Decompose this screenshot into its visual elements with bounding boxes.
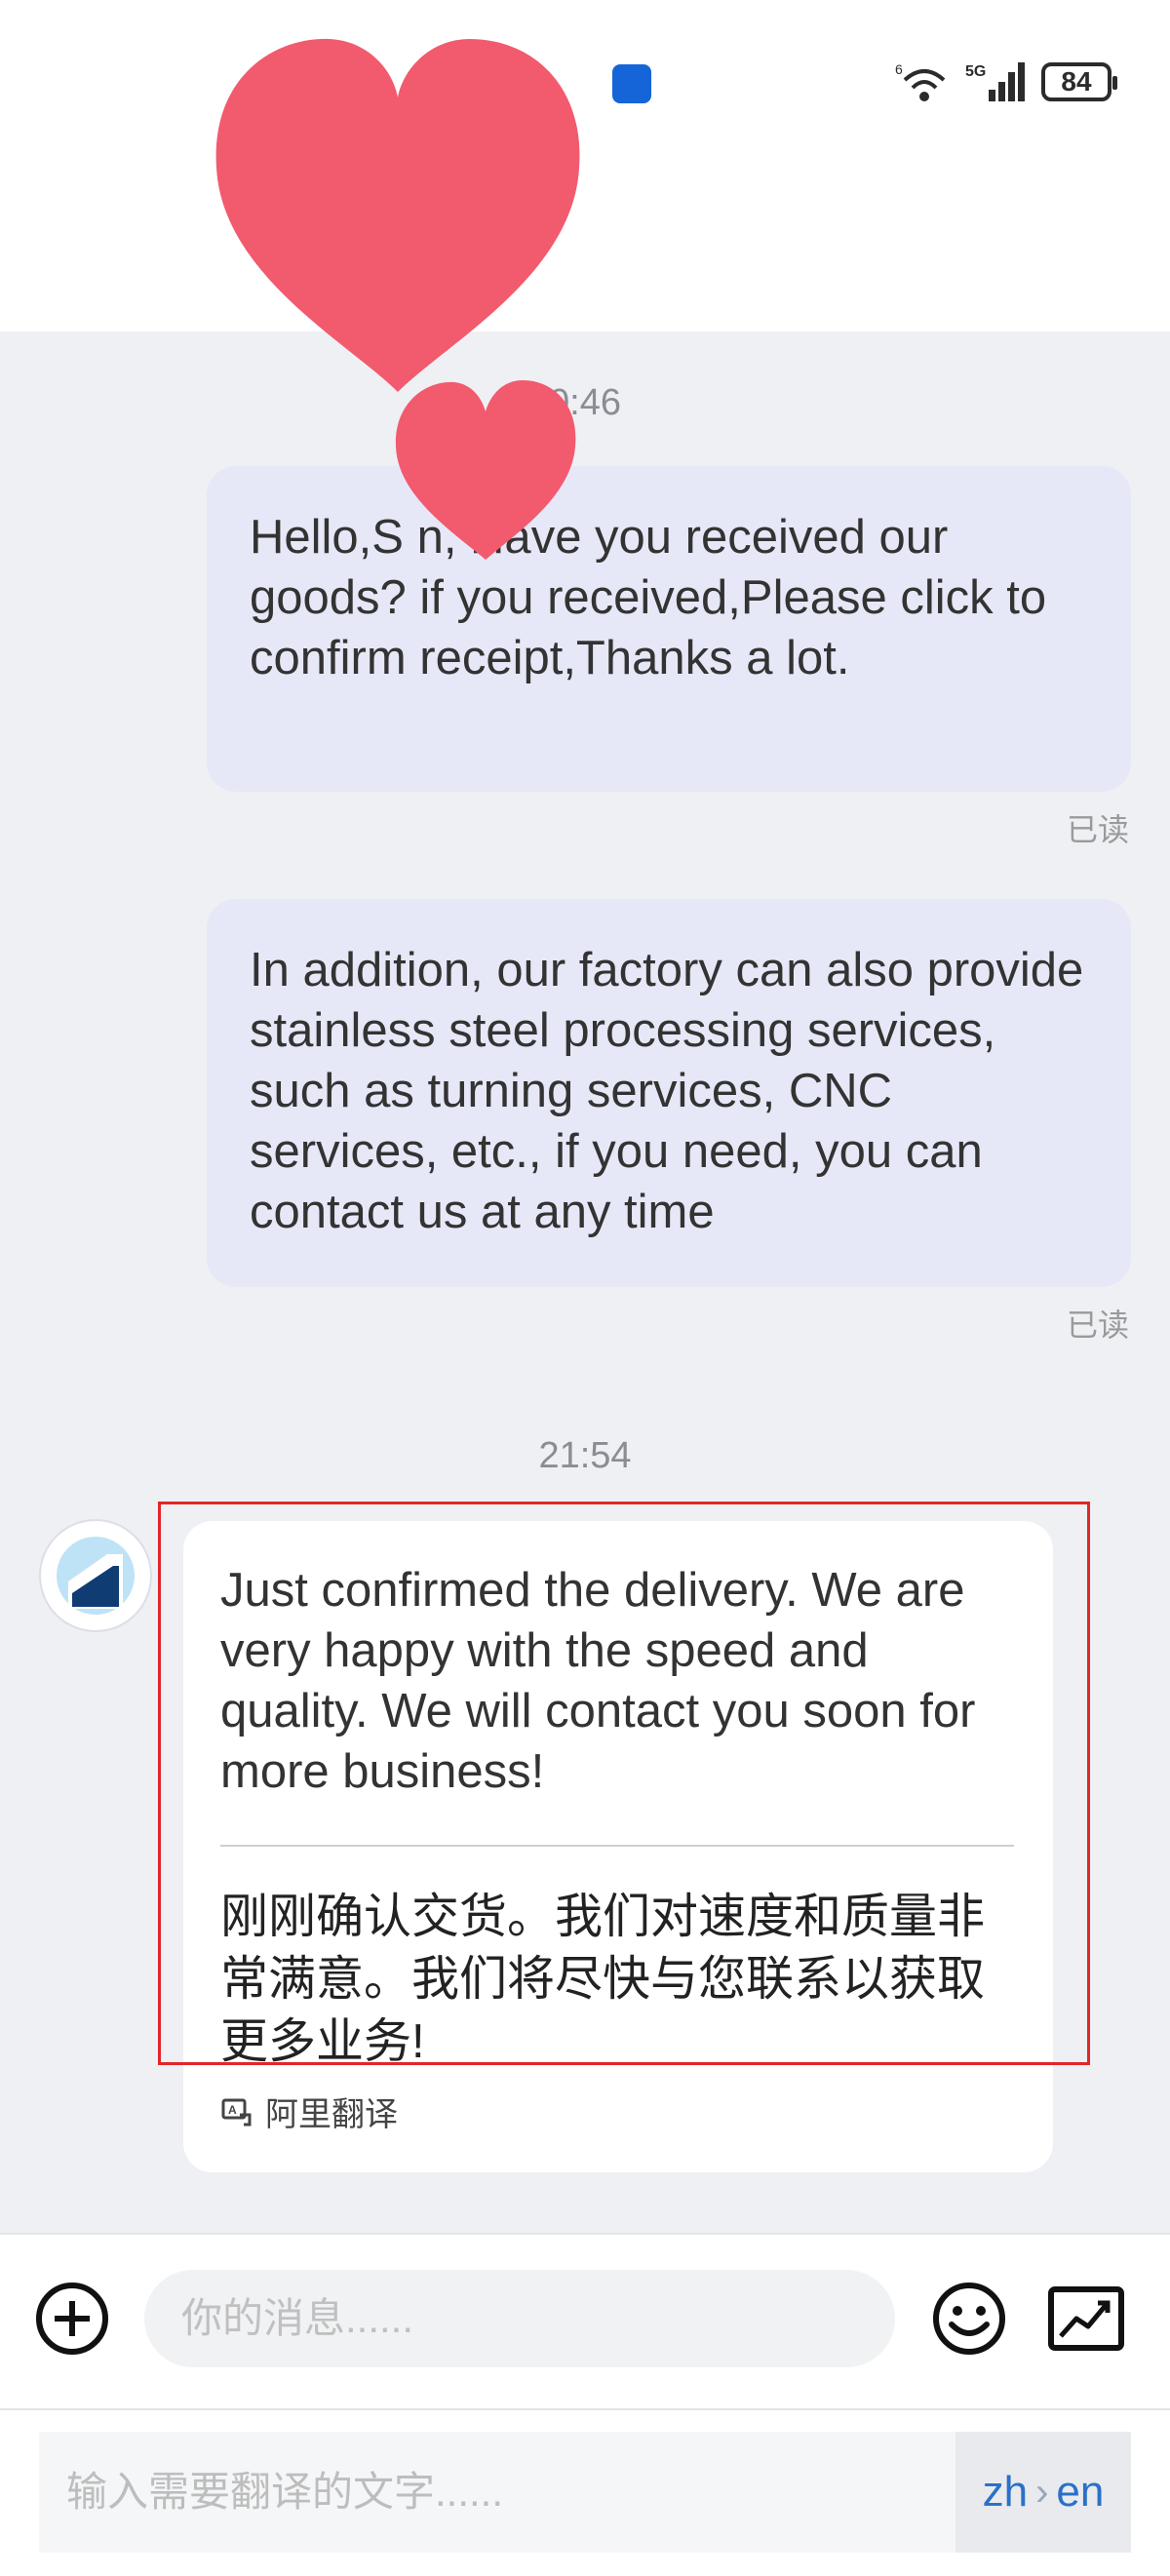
alibaba-app-icon	[612, 64, 651, 103]
wifi-label: 6	[895, 61, 903, 77]
emoji-icon[interactable]	[930, 2280, 1008, 2358]
incoming-message[interactable]: Just confirmed the delivery. We are very…	[183, 1521, 1053, 2172]
message-text: Hello,S n, Have you received our goods? …	[250, 511, 1047, 684]
svg-text:A: A	[228, 2103, 237, 2117]
heart-sticker-icon	[395, 380, 576, 560]
read-receipt: 已读	[1066, 812, 1129, 847]
translate-icon: A	[221, 2098, 252, 2126]
outgoing-message[interactable]: Hello,S n, Have you received our goods? …	[207, 466, 1131, 792]
message-text: Just confirmed the delivery. We are very…	[220, 1564, 976, 1798]
message-input[interactable]	[144, 2270, 895, 2367]
target-language: en	[1056, 2468, 1105, 2516]
signal-label: 5G	[965, 63, 986, 80]
status-icons: 6 5G 84	[895, 60, 1117, 103]
heart-sticker-icon	[215, 38, 580, 392]
battery-indicator: 84	[1041, 62, 1117, 101]
avatar-logo-icon	[57, 1537, 135, 1615]
language-switch-button[interactable]: zh › en	[956, 2432, 1131, 2553]
source-language: zh	[982, 2468, 1029, 2516]
translation-source[interactable]: A 阿里翻译	[220, 2088, 398, 2135]
read-receipt: 已读	[1066, 1308, 1129, 1343]
battery-level: 84	[1061, 66, 1092, 97]
translation-divider	[220, 1845, 1014, 1847]
chevron-right-icon: ›	[1035, 2470, 1049, 2514]
message-time-label: 21:54	[538, 1435, 632, 1476]
message-text: In addition, our factory can also provid…	[250, 944, 1084, 1238]
message-translation: 刚刚确认交货。我们对速度和质量非常满意。我们将尽快与您联系以获取更多业务!	[220, 1891, 986, 2068]
wifi-icon: 6	[895, 61, 946, 101]
outgoing-message[interactable]: In addition, our factory can also provid…	[207, 899, 1131, 1287]
contact-avatar[interactable]	[41, 1521, 150, 1630]
add-attachment-icon[interactable]	[33, 2280, 111, 2358]
image-icon[interactable]	[1047, 2285, 1125, 2352]
translate-input[interactable]	[39, 2432, 956, 2553]
cell-signal-icon: 5G	[965, 62, 1025, 101]
